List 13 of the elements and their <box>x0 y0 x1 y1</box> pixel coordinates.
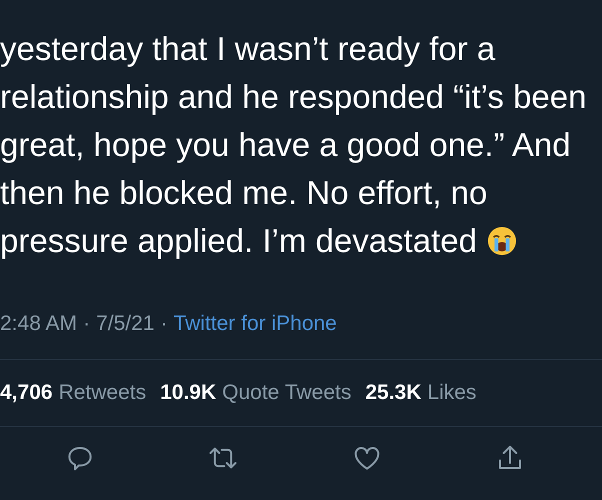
tweet-date: 7/5/21 <box>96 311 154 337</box>
stat-count: 4,706 <box>0 380 53 406</box>
separator-dot: · <box>160 311 168 337</box>
stat-count: 10.9K <box>160 380 216 406</box>
source-link[interactable]: Twitter for iPhone <box>173 309 337 339</box>
tweet-text: pressure applied. I’m devastated <box>0 221 477 261</box>
stat-label[interactable]: Quote Tweets <box>222 378 352 408</box>
stat-count: 25.3K <box>365 380 422 406</box>
stat-label[interactable]: Likes <box>427 378 476 408</box>
crying-emoji-icon <box>486 226 517 256</box>
separator-dot: · <box>83 311 90 337</box>
stat-label[interactable]: Retweets <box>58 378 146 408</box>
tweet-time: 2:48 AM <box>0 311 78 337</box>
